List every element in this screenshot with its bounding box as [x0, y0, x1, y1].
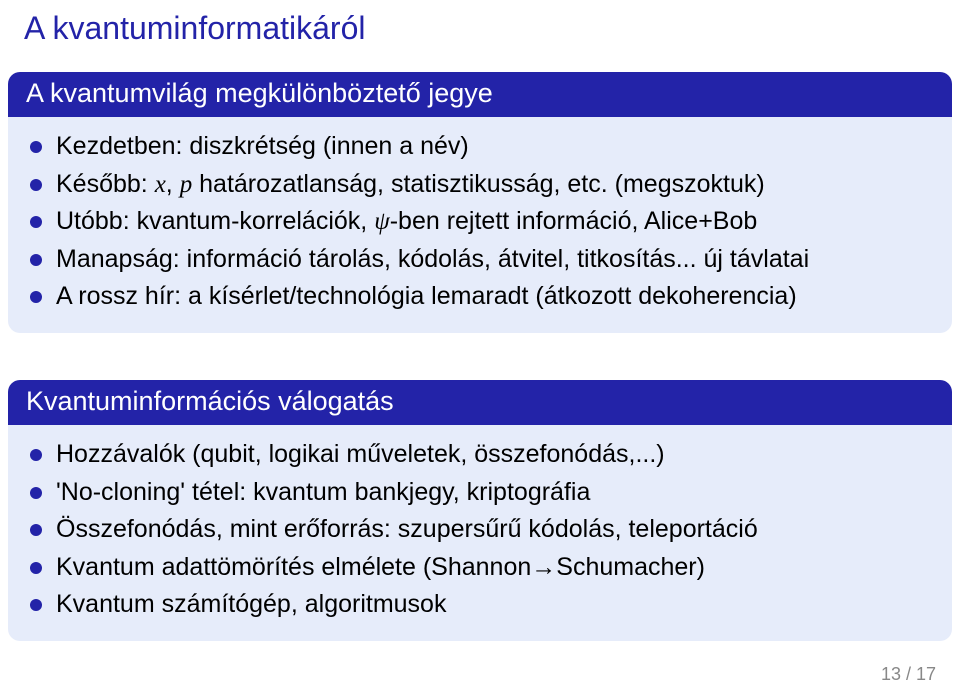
- bullet-icon: [30, 562, 42, 574]
- block-2: Kvantuminformációs válogatás Hozzávalók …: [0, 380, 960, 641]
- block-1-body: Kezdetben: diszkrétség (innen a név) Kés…: [8, 117, 952, 333]
- list-item: Kvantum adattömörítés elmélete (Shannon→…: [30, 550, 930, 586]
- bullet-icon: [30, 216, 42, 228]
- item-text: Kvantum adattömörítés elmélete (Shannon→…: [56, 550, 930, 586]
- list-item: A rossz hír: a kísérlet/technológia lema…: [30, 279, 930, 315]
- list-item: Hozzávalók (qubit, logikai műveletek, ös…: [30, 437, 930, 473]
- item-text: A rossz hír: a kísérlet/technológia lema…: [56, 279, 930, 315]
- list-item: Utóbb: kvantum-korrelációk, ψ-ben rejtet…: [30, 204, 930, 240]
- bullet-icon: [30, 291, 42, 303]
- bullet-icon: [30, 449, 42, 461]
- bullet-icon: [30, 254, 42, 266]
- bullet-icon: [30, 524, 42, 536]
- list-item: Kvantum számítógép, algoritmusok: [30, 587, 930, 623]
- bullet-icon: [30, 141, 42, 153]
- bullet-icon: [30, 179, 42, 191]
- slide: A kvantuminformatikáról A kvantumvilág m…: [0, 0, 960, 697]
- block-1-title: A kvantumvilág megkülönböztető jegye: [8, 72, 952, 117]
- item-text: Hozzávalók (qubit, logikai műveletek, ös…: [56, 437, 930, 473]
- block-1: A kvantumvilág megkülönböztető jegye Kez…: [0, 72, 960, 333]
- page-number: 13 / 17: [881, 664, 936, 685]
- item-text: 'No-cloning' tétel: kvantum bankjegy, kr…: [56, 475, 930, 511]
- list-item: Összefonódás, mint erőforrás: szupersűrű…: [30, 512, 930, 548]
- block-2-body: Hozzávalók (qubit, logikai műveletek, ös…: [8, 425, 952, 641]
- list-item: Manapság: információ tárolás, kódolás, á…: [30, 242, 930, 278]
- bullet-icon: [30, 599, 42, 611]
- item-text: Manapság: információ tárolás, kódolás, á…: [56, 242, 930, 278]
- item-text: Összefonódás, mint erőforrás: szupersűrű…: [56, 512, 930, 548]
- item-text: Kvantum számítógép, algoritmusok: [56, 587, 930, 623]
- list-item: 'No-cloning' tétel: kvantum bankjegy, kr…: [30, 475, 930, 511]
- item-text: Kezdetben: diszkrétség (innen a név): [56, 129, 930, 165]
- block-2-title: Kvantuminformációs válogatás: [8, 380, 952, 425]
- item-text: Utóbb: kvantum-korrelációk, ψ-ben rejtet…: [56, 204, 930, 240]
- slide-title: A kvantuminformatikáról: [24, 10, 365, 47]
- list-item: Később: x, p határozatlanság, statisztik…: [30, 167, 930, 203]
- item-text: Később: x, p határozatlanság, statisztik…: [56, 167, 930, 203]
- list-item: Kezdetben: diszkrétség (innen a név): [30, 129, 930, 165]
- bullet-icon: [30, 487, 42, 499]
